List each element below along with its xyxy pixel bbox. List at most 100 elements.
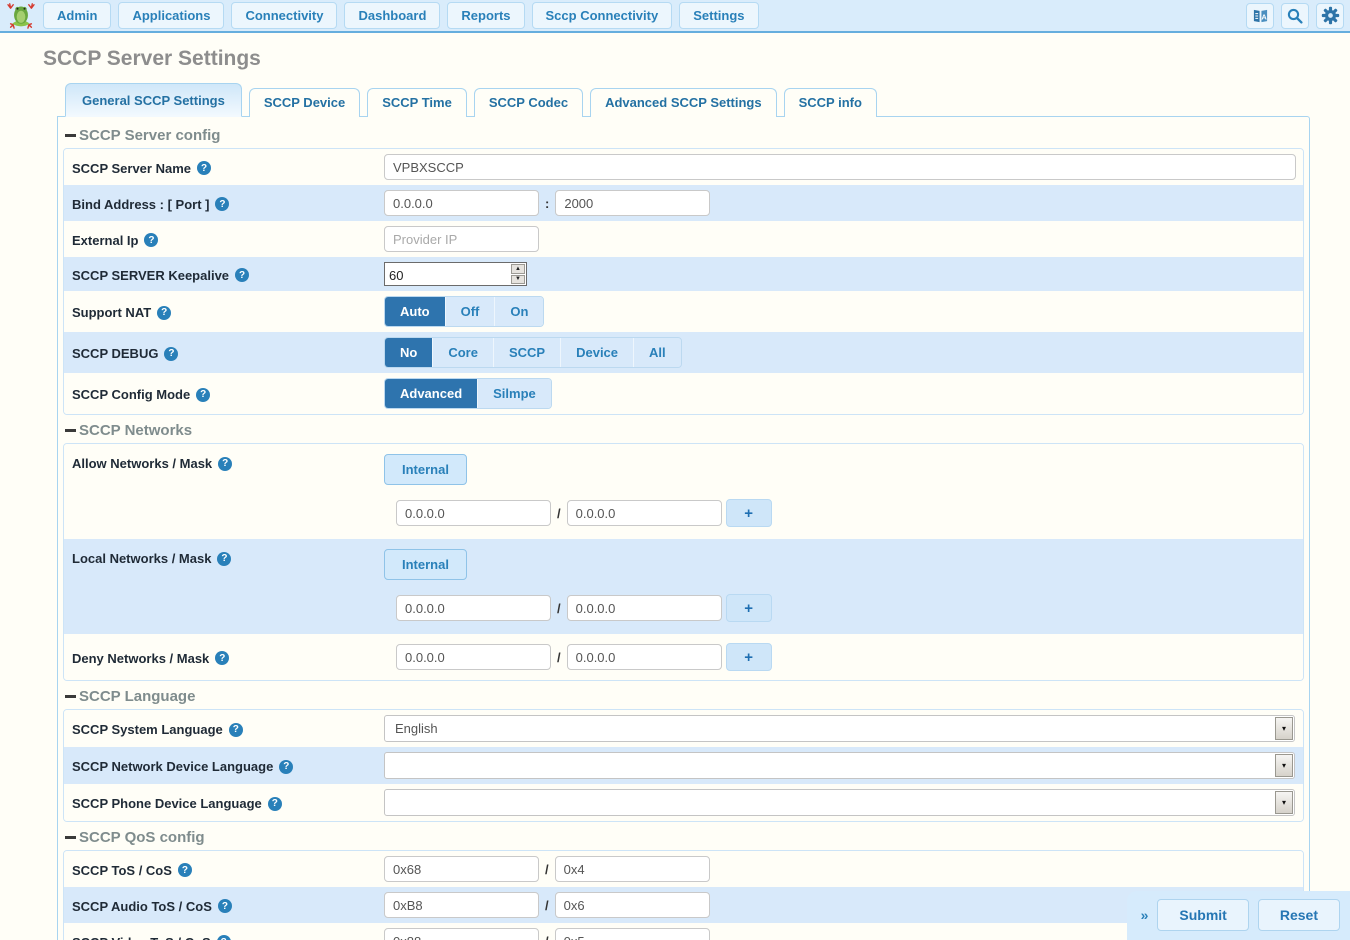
server-name-input[interactable] <box>384 154 1296 180</box>
local-mask-input[interactable] <box>567 595 722 621</box>
keepalive-input[interactable] <box>385 263 510 285</box>
server-name-label: SCCP Server Name <box>72 161 191 176</box>
spin-down-button[interactable]: ▼ <box>511 275 525 285</box>
help-icon[interactable]: ? <box>229 723 243 737</box>
nav-sccp-connectivity[interactable]: Sccp Connectivity <box>532 2 673 29</box>
external-ip-input[interactable] <box>384 226 539 252</box>
help-icon[interactable]: ? <box>217 552 231 566</box>
debug-sccp-button[interactable]: SCCP <box>494 338 561 367</box>
help-icon[interactable]: ? <box>218 899 232 913</box>
row-audio-tos: SCCP Audio ToS / CoS ? / <box>64 887 1303 923</box>
allow-internal-button[interactable]: Internal <box>384 454 467 485</box>
row-deny-networks: Deny Networks / Mask ? / + <box>64 634 1303 680</box>
frog-logo-icon <box>7 3 35 29</box>
row-system-language: SCCP System Language ? English ▾ <box>64 710 1303 747</box>
deny-mask-input[interactable] <box>567 644 722 670</box>
nat-auto-button[interactable]: Auto <box>385 297 446 326</box>
deny-add-button[interactable]: + <box>726 643 772 671</box>
help-icon[interactable]: ? <box>235 268 249 282</box>
deny-network-input[interactable] <box>396 644 551 670</box>
row-network-device-language: SCCP Network Device Language ? ▾ <box>64 747 1303 784</box>
nav-settings[interactable]: Settings <box>679 2 758 29</box>
allow-network-input[interactable] <box>396 500 551 526</box>
tab-sccp-device[interactable]: SCCP Device <box>249 88 360 117</box>
fieldset-language: SCCP System Language ? English ▾ SCCP Ne… <box>63 709 1304 822</box>
tab-general-sccp-settings[interactable]: General SCCP Settings <box>65 83 242 117</box>
reset-button[interactable]: Reset <box>1258 899 1340 931</box>
bind-port-input[interactable] <box>555 190 710 216</box>
keepalive-stepper: ▲ ▼ <box>384 262 527 286</box>
network-device-language-select[interactable]: ▾ <box>384 752 1295 779</box>
settings-gear-button[interactable] <box>1316 3 1344 29</box>
row-allow-networks: Allow Networks / Mask ? Internal / + <box>64 444 1303 539</box>
sccp-tos-input[interactable] <box>384 856 539 882</box>
local-add-button[interactable]: + <box>726 594 772 622</box>
tab-sccp-codec[interactable]: SCCP Codec <box>474 88 583 117</box>
phone-device-language-select[interactable]: ▾ <box>384 789 1295 816</box>
help-icon[interactable]: ? <box>164 347 178 361</box>
nav-connectivity[interactable]: Connectivity <box>231 2 337 29</box>
help-icon[interactable]: ? <box>217 935 231 940</box>
sccp-debug-group: No Core SCCP Device All <box>384 337 682 368</box>
tab-sccp-time[interactable]: SCCP Time <box>367 88 467 117</box>
debug-no-button[interactable]: No <box>385 338 433 367</box>
language-button[interactable]: A <box>1246 3 1274 29</box>
tab-sccp-info[interactable]: SCCP info <box>784 88 877 117</box>
debug-core-button[interactable]: Core <box>433 338 494 367</box>
collapse-section-icon[interactable] <box>65 134 76 137</box>
collapse-section-icon[interactable] <box>65 836 76 839</box>
nav-reports[interactable]: Reports <box>447 2 524 29</box>
allow-mask-input[interactable] <box>567 500 722 526</box>
help-icon[interactable]: ? <box>268 797 282 811</box>
collapse-section-icon[interactable] <box>65 695 76 698</box>
search-button[interactable] <box>1281 3 1309 29</box>
section-title: SCCP Language <box>79 688 195 705</box>
nat-off-button[interactable]: Off <box>446 297 496 326</box>
audio-tos-input[interactable] <box>384 892 539 918</box>
video-cos-input[interactable] <box>555 928 710 940</box>
local-internal-button[interactable]: Internal <box>384 549 467 580</box>
help-icon[interactable]: ? <box>178 863 192 877</box>
fieldset-networks: Allow Networks / Mask ? Internal / + Loc… <box>63 443 1304 681</box>
debug-device-button[interactable]: Device <box>561 338 634 367</box>
help-icon[interactable]: ? <box>157 306 171 320</box>
frog-logo[interactable] <box>6 2 36 30</box>
debug-all-button[interactable]: All <box>634 338 681 367</box>
help-icon[interactable]: ? <box>197 161 211 175</box>
phone-device-language-label: SCCP Phone Device Language <box>72 796 262 811</box>
collapse-section-icon[interactable] <box>65 429 76 432</box>
audio-cos-input[interactable] <box>555 892 710 918</box>
allow-add-button[interactable]: + <box>726 499 772 527</box>
nav-admin[interactable]: Admin <box>43 2 111 29</box>
config-simple-button[interactable]: Silmpe <box>478 379 551 408</box>
help-icon[interactable]: ? <box>215 197 229 211</box>
row-external-ip: External Ip ? <box>64 221 1303 257</box>
sccp-cos-input[interactable] <box>555 856 710 882</box>
config-advanced-button[interactable]: Advanced <box>385 379 478 408</box>
help-icon[interactable]: ? <box>144 233 158 247</box>
local-network-input[interactable] <box>396 595 551 621</box>
tab-advanced-sccp-settings[interactable]: Advanced SCCP Settings <box>590 88 777 117</box>
video-tos-input[interactable] <box>384 928 539 940</box>
collapse-bar-icon[interactable]: » <box>1141 907 1149 923</box>
help-icon[interactable]: ? <box>279 760 293 774</box>
sccp-tos-label: SCCP ToS / CoS <box>72 863 172 878</box>
support-nat-label: Support NAT <box>72 305 151 320</box>
help-icon[interactable]: ? <box>215 651 229 665</box>
select-arrow-icon: ▾ <box>1275 717 1293 740</box>
selected-value: English <box>385 721 1275 736</box>
bind-address-input[interactable] <box>384 190 539 216</box>
keepalive-label: SCCP SERVER Keepalive <box>72 268 229 283</box>
submit-button[interactable]: Submit <box>1157 899 1248 931</box>
nav-dashboard[interactable]: Dashboard <box>344 2 440 29</box>
help-icon[interactable]: ? <box>218 457 232 471</box>
page-title: SCCP Server Settings <box>43 47 1350 71</box>
nav-applications[interactable]: Applications <box>118 2 224 29</box>
nat-on-button[interactable]: On <box>495 297 543 326</box>
help-icon[interactable]: ? <box>196 388 210 402</box>
row-support-nat: Support NAT ? Auto Off On <box>64 291 1303 332</box>
allow-networks-label: Allow Networks / Mask <box>72 456 212 471</box>
spin-up-button[interactable]: ▲ <box>511 264 525 274</box>
config-mode-group: Advanced Silmpe <box>384 378 552 409</box>
system-language-select[interactable]: English ▾ <box>384 715 1295 742</box>
